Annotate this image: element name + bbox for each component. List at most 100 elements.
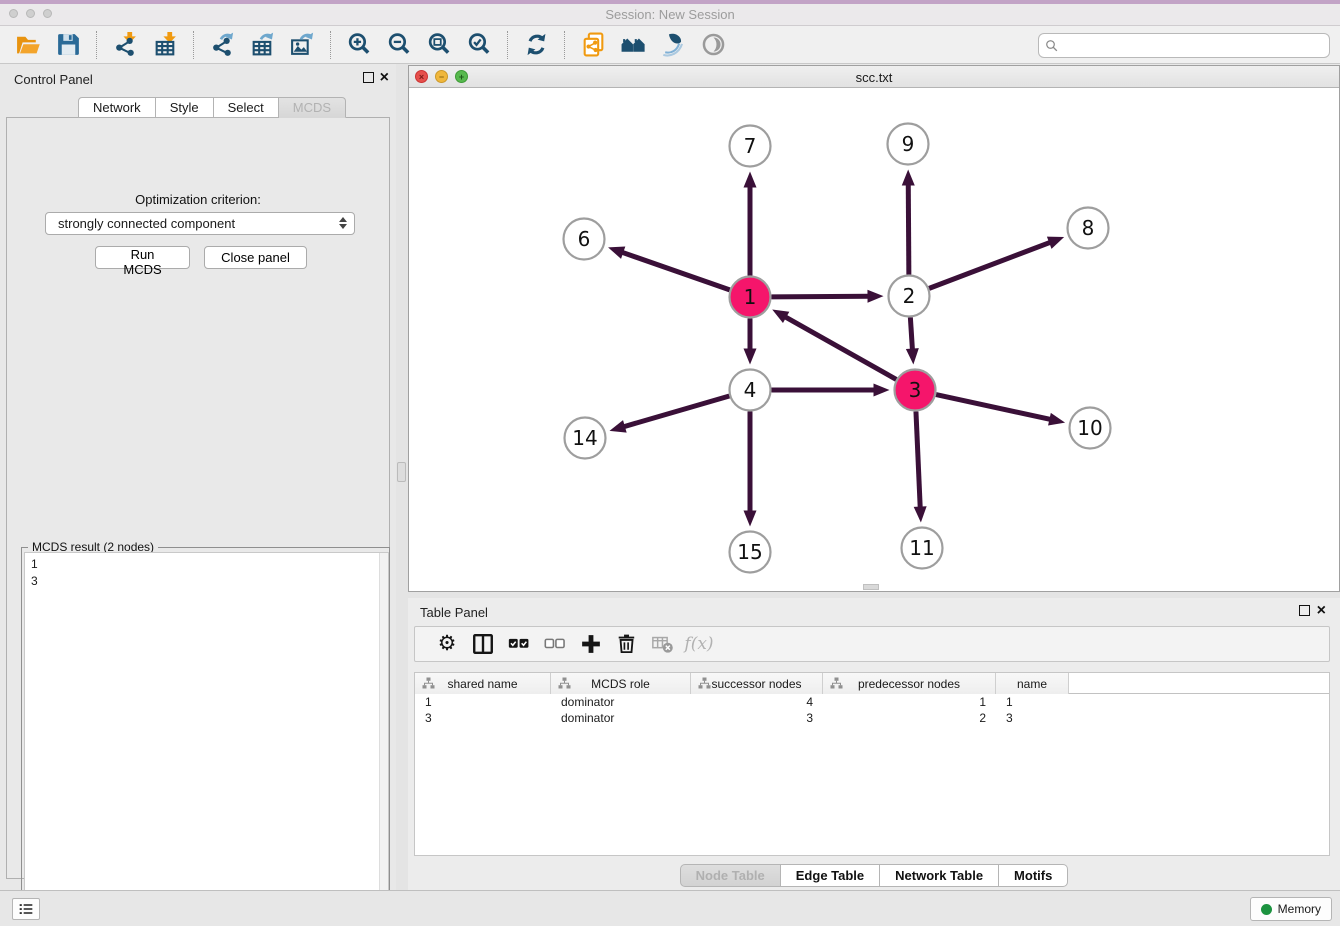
result-item[interactable]: 1	[31, 556, 388, 573]
import-network-icon[interactable]	[105, 29, 145, 61]
table-cell[interactable]: 4	[691, 694, 823, 710]
node-label: 9	[902, 132, 915, 156]
select-all-icon[interactable]	[501, 629, 537, 659]
edge-2-3[interactable]	[910, 317, 912, 351]
edge-3-10[interactable]	[936, 395, 1052, 420]
edge-arrowhead	[914, 506, 927, 522]
table-cell[interactable]: 3	[691, 710, 823, 726]
delete-entry-icon[interactable]	[609, 629, 645, 659]
edge-2-8[interactable]	[929, 242, 1052, 289]
zoom-in-icon[interactable]	[339, 29, 379, 61]
tab-mcds[interactable]: MCDS	[279, 97, 346, 118]
houses-icon[interactable]	[613, 29, 653, 61]
edge-1-2[interactable]	[771, 296, 870, 297]
apply-layout-icon[interactable]	[516, 29, 556, 61]
toolbar-separator	[564, 31, 565, 59]
toolbar-separator	[96, 31, 97, 59]
table-cell[interactable]: 3	[415, 710, 551, 726]
tab-node-table[interactable]: Node Table	[680, 864, 781, 887]
network-canvas[interactable]: 7968124314101511	[409, 88, 1339, 591]
table-cell[interactable]: dominator	[551, 710, 691, 726]
graphics-details-icon[interactable]	[653, 29, 693, 61]
memory-button[interactable]: Memory	[1250, 897, 1332, 921]
tab-select[interactable]: Select	[214, 97, 279, 118]
network-resize-grip[interactable]	[863, 584, 879, 590]
unselect-all-icon[interactable]	[537, 629, 573, 659]
table-row[interactable]: 3dominator323	[415, 710, 1329, 726]
search-input[interactable]	[1063, 39, 1323, 53]
main-toolbar	[0, 26, 1340, 64]
table-row[interactable]: 1dominator411	[415, 694, 1329, 710]
edge-3-11[interactable]	[916, 411, 920, 509]
copy-network-icon[interactable]	[573, 29, 613, 61]
tab-edge-table[interactable]: Edge Table	[781, 864, 880, 887]
node-label: 8	[1082, 216, 1095, 240]
toolbar-separator	[507, 31, 508, 59]
function-builder-icon: f(x)	[681, 629, 717, 659]
open-session-icon[interactable]	[8, 29, 48, 61]
table-settings-icon[interactable]: ⚙	[429, 629, 465, 659]
table-cell[interactable]: 1	[823, 694, 996, 710]
memory-status-icon	[1261, 904, 1272, 915]
status-bar: Memory	[0, 890, 1340, 926]
tab-network-table[interactable]: Network Table	[880, 864, 999, 887]
birds-eye-icon[interactable]	[693, 29, 733, 61]
divider-grip[interactable]	[397, 462, 406, 482]
tab-style[interactable]: Style	[156, 97, 214, 118]
table-cell[interactable]: 1	[415, 694, 551, 710]
tab-motifs[interactable]: Motifs	[999, 864, 1068, 887]
mcds-result-list[interactable]: 13	[24, 552, 389, 926]
save-session-icon[interactable]	[48, 29, 88, 61]
mcds-tab-content: Optimization criterion: strongly connect…	[6, 117, 390, 879]
vertical-split-divider[interactable]	[396, 64, 408, 890]
column-header-shared-name[interactable]: shared name	[415, 673, 551, 694]
node-label: 3	[909, 378, 922, 402]
zoom-out-icon[interactable]	[379, 29, 419, 61]
zoom-fit-icon[interactable]	[419, 29, 459, 61]
node-label: 10	[1077, 416, 1102, 440]
table-body: 1dominator4113dominator323	[415, 694, 1329, 726]
attribute-icon	[422, 677, 435, 693]
edge-1-6[interactable]	[620, 252, 729, 290]
window-title: Session: New Session	[0, 7, 1340, 22]
import-table-icon[interactable]	[145, 29, 185, 61]
float-table-panel-icon[interactable]	[1299, 605, 1310, 616]
column-header-successor-nodes[interactable]: successor nodes	[691, 673, 823, 694]
edge-4-14[interactable]	[622, 396, 729, 427]
search-box[interactable]	[1038, 33, 1330, 58]
close-panel-icon[interactable]: ×	[380, 72, 389, 83]
result-scrollbar[interactable]	[379, 553, 388, 926]
float-panel-icon[interactable]	[363, 72, 374, 83]
task-history-button[interactable]	[12, 898, 40, 920]
export-network-icon[interactable]	[202, 29, 242, 61]
network-window-titlebar[interactable]: × − + scc.txt	[409, 66, 1339, 88]
edge-arrowhead	[1048, 413, 1065, 426]
edge-3-1[interactable]	[784, 316, 897, 380]
show-columns-icon[interactable]	[465, 629, 501, 659]
column-header-predecessor-nodes[interactable]: predecessor nodes	[823, 673, 996, 694]
control-panel-tabs: NetworkStyleSelectMCDS	[78, 97, 346, 118]
tab-network[interactable]: Network	[78, 97, 156, 118]
edge-arrowhead	[906, 348, 919, 364]
add-entry-icon[interactable]	[573, 629, 609, 659]
close-table-panel-icon[interactable]: ×	[1317, 605, 1326, 616]
network-view-title: scc.txt	[409, 70, 1339, 85]
edge-arrowhead	[1047, 237, 1064, 249]
edge-2-9[interactable]	[908, 182, 909, 274]
column-header-name[interactable]: name	[996, 673, 1069, 694]
table-panel-title: Table Panel	[420, 605, 488, 620]
export-table-icon[interactable]	[242, 29, 282, 61]
close-panel-button[interactable]: Close panel	[204, 246, 307, 269]
column-header-MCDS-role[interactable]: MCDS role	[551, 673, 691, 694]
table-cell[interactable]: 3	[996, 710, 1069, 726]
table-cell[interactable]: 2	[823, 710, 996, 726]
optimization-criterion-select[interactable]: strongly connected component	[45, 212, 355, 235]
export-image-icon[interactable]	[282, 29, 322, 61]
edge-arrowhead	[744, 511, 757, 527]
run-mcds-button[interactable]: Run MCDS	[95, 246, 190, 269]
table-cell[interactable]: 1	[996, 694, 1069, 710]
node-label: 7	[744, 134, 757, 158]
table-cell[interactable]: dominator	[551, 694, 691, 710]
result-item[interactable]: 3	[31, 573, 388, 590]
zoom-selected-icon[interactable]	[459, 29, 499, 61]
